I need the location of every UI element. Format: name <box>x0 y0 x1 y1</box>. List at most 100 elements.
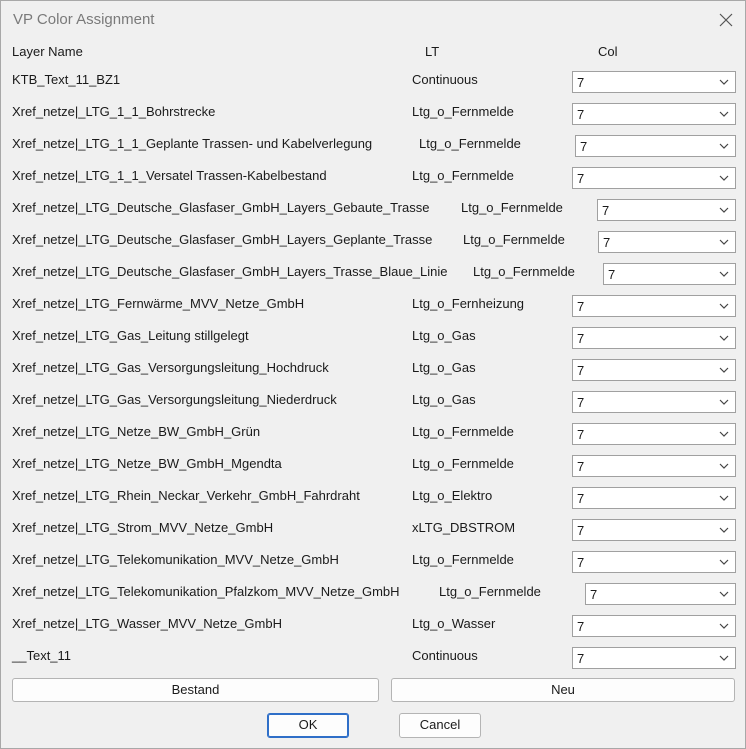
linetype: Ltg_o_Gas <box>412 328 476 343</box>
layer-name: Xref_netze|_LTG_Netze_BW_GmbH_Grün <box>12 424 261 439</box>
linetype: Ltg_o_Wasser <box>412 616 496 631</box>
window-title: VP Color Assignment <box>13 11 155 28</box>
layer-row: Xref_netze|_LTG_1_1_Versatel Trassen-Kab… <box>1 166 745 198</box>
color-dropdown[interactable]: 7 <box>572 391 736 413</box>
linetype: Ltg_o_Fernmelde <box>439 584 541 599</box>
col-header: Col <box>598 44 618 59</box>
color-dropdown[interactable]: 7 <box>572 551 736 573</box>
layer-name: Xref_netze|_LTG_Gas_Versorgungsleitung_H… <box>12 360 329 375</box>
linetype: Ltg_o_Gas <box>412 392 476 407</box>
layer-row: KTB_Text_11_BZ1 Continuous 7 <box>1 70 745 102</box>
color-value: 7 <box>577 523 585 538</box>
color-value: 7 <box>577 299 585 314</box>
layer-name: Xref_netze|_LTG_Gas_Versorgungsleitung_N… <box>12 392 337 407</box>
chevron-down-icon <box>719 175 729 181</box>
layer-name: Xref_netze|_LTG_Deutsche_Glasfaser_GmbH_… <box>12 232 433 247</box>
color-value: 7 <box>577 395 585 410</box>
color-dropdown[interactable]: 7 <box>572 647 736 669</box>
color-dropdown[interactable]: 7 <box>572 423 736 445</box>
linetype: Ltg_o_Fernmelde <box>412 552 514 567</box>
layer-row: Xref_netze|_LTG_Telekomunikation_Pfalzko… <box>1 582 745 614</box>
bestand-button-label: Bestand <box>171 682 220 697</box>
layer-name: Xref_netze|_LTG_Deutsche_Glasfaser_GmbH_… <box>12 200 430 215</box>
lt-header: LT <box>425 44 440 59</box>
layer-row: Xref_netze|_LTG_1_1_Bohrstrecke Ltg_o_Fer… <box>1 102 745 134</box>
color-value: 7 <box>577 555 585 570</box>
color-dropdown[interactable]: 7 <box>572 519 736 541</box>
color-dropdown[interactable]: 7 <box>572 327 736 349</box>
chevron-down-icon <box>719 623 729 629</box>
linetype: Ltg_o_Fernmelde <box>412 456 514 471</box>
color-dropdown[interactable]: 7 <box>598 231 736 253</box>
layer-row: Xref_netze|_LTG_Telekomunikation_MVV_Net… <box>1 550 745 582</box>
color-dropdown[interactable]: 7 <box>585 583 736 605</box>
layer-name: Xref_netze|_LTG_Strom_MVV_Netze_GmbH <box>12 520 274 535</box>
color-dropdown[interactable]: 7 <box>572 615 736 637</box>
linetype: Ltg_o_Fernmelde <box>412 424 514 439</box>
chevron-down-icon <box>719 367 729 373</box>
linetype: Ltg_o_Fernmelde <box>412 168 514 183</box>
bestand-button[interactable]: Bestand <box>12 678 379 702</box>
color-value: 7 <box>577 427 585 442</box>
layer-name: Xref_netze|_LTG_1_1_Bohrstrecke <box>12 104 216 119</box>
color-dropdown[interactable]: 7 <box>572 295 736 317</box>
layer-row: Xref_netze|_LTG_Fernwärme_MVV_Netze_GmbH… <box>1 294 745 326</box>
color-dropdown[interactable]: 7 <box>572 359 736 381</box>
ok-button[interactable]: OK <box>267 713 349 738</box>
color-dropdown[interactable]: 7 <box>572 103 736 125</box>
layer-row: Xref_netze|_LTG_Gas_Versorgungsleitung_N… <box>1 390 745 422</box>
chevron-down-icon <box>719 271 729 277</box>
linetype: Continuous <box>412 648 478 663</box>
chevron-down-icon <box>719 207 729 213</box>
color-value: 7 <box>580 139 588 154</box>
color-dropdown[interactable]: 7 <box>572 487 736 509</box>
layer-row: Xref_netze|_LTG_Deutsche_Glasfaser_GmbH_… <box>1 262 745 294</box>
color-dropdown[interactable]: 7 <box>575 135 736 157</box>
layer-row: Xref_netze|_LTG_Rhein_Neckar_Verkehr_Gmb… <box>1 486 745 518</box>
linetype: Ltg_o_Fernheizung <box>412 296 525 311</box>
color-dropdown[interactable]: 7 <box>572 455 736 477</box>
cancel-button[interactable]: Cancel <box>399 713 481 738</box>
layer-row: Xref_netze|_LTG_Netze_BW_GmbH_Grün Ltg_o_… <box>1 422 745 454</box>
color-dropdown[interactable]: 7 <box>597 199 736 221</box>
layer-row: Xref_netze|_LTG_1_1_Geplante Trassen- un… <box>1 134 745 166</box>
color-value: 7 <box>577 107 585 122</box>
linetype: xLTG_DBSTROM <box>412 520 516 535</box>
linetype: Ltg_o_Fernmelde <box>473 264 575 279</box>
chevron-down-icon <box>719 239 729 245</box>
layer-row: __Text_11 Continuous 7 <box>1 646 745 678</box>
chevron-down-icon <box>719 303 729 309</box>
color-value: 7 <box>577 619 585 634</box>
close-button[interactable] <box>707 1 745 39</box>
title-bar: VP Color Assignment <box>1 1 745 39</box>
layer-name: Xref_netze|_LTG_Gas_Leitung stillgelegt <box>12 328 249 343</box>
neu-button[interactable]: Neu <box>391 678 735 702</box>
linetype: Continuous <box>412 72 478 87</box>
layer-row: Xref_netze|_LTG_Wasser_MVV_Netze_GmbH Ltg… <box>1 614 745 646</box>
chevron-down-icon <box>719 335 729 341</box>
layer-name: Xref_netze|_LTG_Deutsche_Glasfaser_GmbH_… <box>12 264 448 279</box>
chevron-down-icon <box>719 79 729 85</box>
cancel-button-label: Cancel <box>419 717 461 732</box>
layer-name: Xref_netze|_LTG_Telekomunikation_Pfalzko… <box>12 584 400 599</box>
color-value: 7 <box>577 171 585 186</box>
color-value: 7 <box>602 203 610 218</box>
chevron-down-icon <box>719 431 729 437</box>
layer-row: Xref_netze|_LTG_Gas_Versorgungsleitung_H… <box>1 358 745 390</box>
layer-name: Xref_netze|_LTG_1_1_Versatel Trassen-Kab… <box>12 168 327 183</box>
color-value: 7 <box>577 459 585 474</box>
color-value: 7 <box>577 331 585 346</box>
color-dropdown[interactable]: 7 <box>603 263 736 285</box>
ok-button-label: OK <box>298 717 318 732</box>
chevron-down-icon <box>719 591 729 597</box>
layer-row: Xref_netze|_LTG_Deutsche_Glasfaser_GmbH_… <box>1 198 745 230</box>
close-icon <box>719 13 733 27</box>
neu-button-label: Neu <box>551 682 575 697</box>
linetype: Ltg_o_Fernmelde <box>463 232 565 247</box>
layer-name: Xref_netze|_LTG_Netze_BW_GmbH_Mgendta <box>12 456 282 471</box>
layer-row: Xref_netze|_LTG_Netze_BW_GmbH_Mgendta Ltg… <box>1 454 745 486</box>
color-dropdown[interactable]: 7 <box>572 167 736 189</box>
chevron-down-icon <box>719 655 729 661</box>
linetype: Ltg_o_Fernmelde <box>419 136 521 151</box>
color-dropdown[interactable]: 7 <box>572 71 736 93</box>
